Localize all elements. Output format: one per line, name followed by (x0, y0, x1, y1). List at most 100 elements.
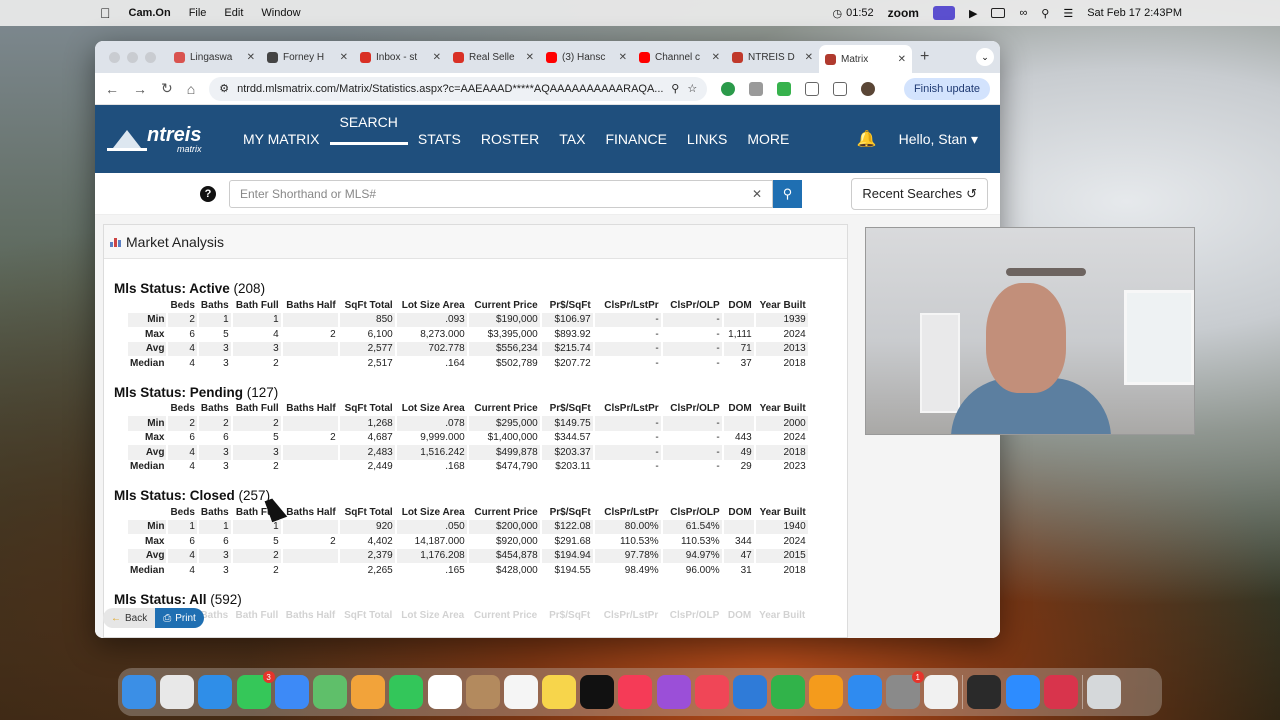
screen-share-icon[interactable] (932, 6, 955, 20)
apple-menu-icon[interactable]:  (100, 5, 111, 21)
shorthand-search-input[interactable]: Enter Shorthand or MLS# ✕ (229, 179, 773, 208)
safari-icon[interactable] (198, 675, 233, 709)
column-header: ClsPr/OLP (670, 506, 720, 518)
control-center-icon[interactable]: ☰ (1063, 7, 1073, 20)
zoom-window-button[interactable] (145, 51, 156, 63)
video-camera-icon[interactable]: ▶ (969, 7, 977, 20)
screen-recorder-icon[interactable] (1043, 675, 1078, 709)
browser-tab[interactable]: Forney H ✕ (261, 45, 354, 69)
menubar-datetime[interactable]: Sat Feb 17 2:43PM (1087, 7, 1182, 19)
extension-icon[interactable] (749, 81, 764, 96)
system-settings-icon[interactable]: 1 (885, 671, 924, 709)
grammarly-extension-icon[interactable] (721, 81, 736, 96)
search-magnifier-icon[interactable]: ⚲ (773, 179, 802, 208)
finish-update-button[interactable]: Finish update (903, 77, 990, 100)
site-info-icon[interactable]: ⚙ (219, 82, 229, 95)
browser-tab[interactable]: (3) Hansc ✕ (540, 45, 633, 69)
podcasts-icon[interactable] (656, 675, 691, 709)
calendar-icon[interactable] (427, 675, 462, 709)
zoom-menubar-label[interactable]: zoom (888, 6, 919, 20)
bookmark-star-icon[interactable]: ☆ (687, 82, 697, 95)
extensions-puzzle-icon[interactable] (805, 81, 820, 96)
numbers-icon[interactable] (771, 675, 806, 709)
spotlight-search-icon[interactable]: ⚲ (1041, 7, 1049, 20)
close-tab-icon[interactable]: ✕ (247, 52, 255, 63)
mail-icon[interactable] (274, 675, 309, 709)
browser-tab[interactable]: Lingaswa ✕ (168, 45, 261, 69)
reminders-icon[interactable] (503, 675, 538, 709)
notification-bell-icon[interactable]: 🔔 (857, 129, 877, 149)
nav-link-stats[interactable]: STATS (408, 105, 471, 173)
side-panel-icon[interactable] (833, 81, 848, 96)
close-tab-icon[interactable]: ✕ (898, 54, 906, 65)
messages-icon[interactable]: 3 (236, 671, 275, 709)
close-tab-icon[interactable]: ✕ (433, 52, 441, 63)
news-icon[interactable] (694, 675, 729, 709)
menu-window[interactable]: Window (261, 7, 300, 19)
table-row: Median 4 3 2 2,517 .164 $502,789 $207.72 - - 37 201… (128, 356, 808, 371)
browser-tab[interactable]: NTREIS D ✕ (726, 45, 819, 69)
browser-tab[interactable]: Channel c ✕ (633, 45, 726, 69)
maps-icon[interactable] (312, 675, 347, 709)
apple-tv-icon[interactable] (580, 675, 615, 709)
nav-link-search[interactable]: SEARCH (330, 99, 408, 145)
zoom-icon[interactable] (1005, 675, 1040, 709)
new-tab-plus-icon[interactable]: + (920, 48, 929, 66)
chrome-icon[interactable] (923, 675, 958, 709)
close-tab-icon[interactable]: ✕ (712, 52, 720, 63)
close-tab-icon[interactable]: ✕ (619, 52, 627, 63)
trash-icon[interactable] (1087, 675, 1122, 709)
close-window-button[interactable] (109, 51, 120, 63)
launchpad-icon[interactable] (160, 675, 195, 709)
camera-app-icon[interactable] (967, 675, 1002, 709)
tab-search-chevron-icon[interactable]: ⌄ (976, 48, 994, 66)
user-greeting-menu[interactable]: Hello, Stan ▾ (899, 131, 978, 148)
nav-link-tax[interactable]: TAX (549, 105, 595, 173)
app-store-icon[interactable] (847, 675, 882, 709)
profile-avatar[interactable] (861, 81, 876, 96)
keynote-icon[interactable] (733, 675, 767, 709)
section-title: Mls Status: Closed (257) (114, 488, 838, 503)
facetime-icon[interactable] (389, 675, 424, 709)
finder-icon[interactable] (122, 675, 156, 709)
webcam-overlay[interactable] (865, 227, 1195, 435)
home-icon[interactable]: ⌂ (187, 81, 195, 97)
photos-icon[interactable] (351, 675, 386, 709)
nav-link-more[interactable]: MORE (737, 105, 799, 173)
minimize-window-button[interactable] (127, 51, 138, 63)
menu-edit[interactable]: Edit (224, 7, 243, 19)
recent-searches-button[interactable]: Recent Searches ↺ (851, 177, 988, 210)
menu-file[interactable]: File (189, 7, 207, 19)
browser-tab[interactable]: Matrix ✕ (819, 45, 912, 73)
nav-link-links[interactable]: LINKS (677, 105, 737, 173)
column-header: Lot Size Area (401, 403, 465, 415)
battery-icon[interactable] (991, 8, 1006, 18)
nav-link-roster[interactable]: ROSTER (471, 105, 549, 173)
forward-arrow-icon[interactable]: → (133, 81, 147, 97)
back-button[interactable]: ← Back (103, 608, 156, 628)
link-icon[interactable]: ∞ (1019, 7, 1027, 19)
pages-icon[interactable] (809, 675, 844, 709)
zoom-magnifier-icon[interactable]: ⚲ (671, 82, 679, 95)
nav-link-my-matrix[interactable]: MY MATRIX (233, 105, 330, 173)
browser-tab[interactable]: Inbox - st ✕ (354, 45, 447, 69)
close-tab-icon[interactable]: ✕ (340, 52, 348, 63)
extension-green-icon[interactable] (777, 81, 792, 96)
clear-search-icon[interactable]: ✕ (752, 187, 762, 201)
row-label: Avg (128, 445, 167, 460)
back-arrow-icon[interactable]: ← (105, 81, 119, 97)
close-tab-icon[interactable]: ✕ (526, 52, 534, 63)
notes-icon[interactable] (542, 675, 577, 709)
music-icon[interactable] (618, 675, 653, 709)
address-bar[interactable]: ⚙ ntrdd.mlsmatrix.com/Matrix/Statistics.… (209, 76, 708, 101)
help-question-icon[interactable]: ? (200, 185, 216, 202)
stats-table: Beds Baths Bath Full Baths Half SqFt Total Lo… (126, 402, 810, 475)
menu-app-name[interactable]: Cam.On (129, 7, 171, 19)
ntreis-logo[interactable]: ntreis matrix (107, 125, 215, 154)
nav-link-finance[interactable]: FINANCE (595, 105, 676, 173)
contacts-icon[interactable] (465, 675, 500, 709)
browser-tab[interactable]: Real Selle ✕ (447, 45, 540, 69)
close-tab-icon[interactable]: ✕ (805, 52, 813, 63)
print-button[interactable]: ⎙ Print (155, 608, 204, 628)
reload-icon[interactable]: ↻ (161, 80, 173, 97)
